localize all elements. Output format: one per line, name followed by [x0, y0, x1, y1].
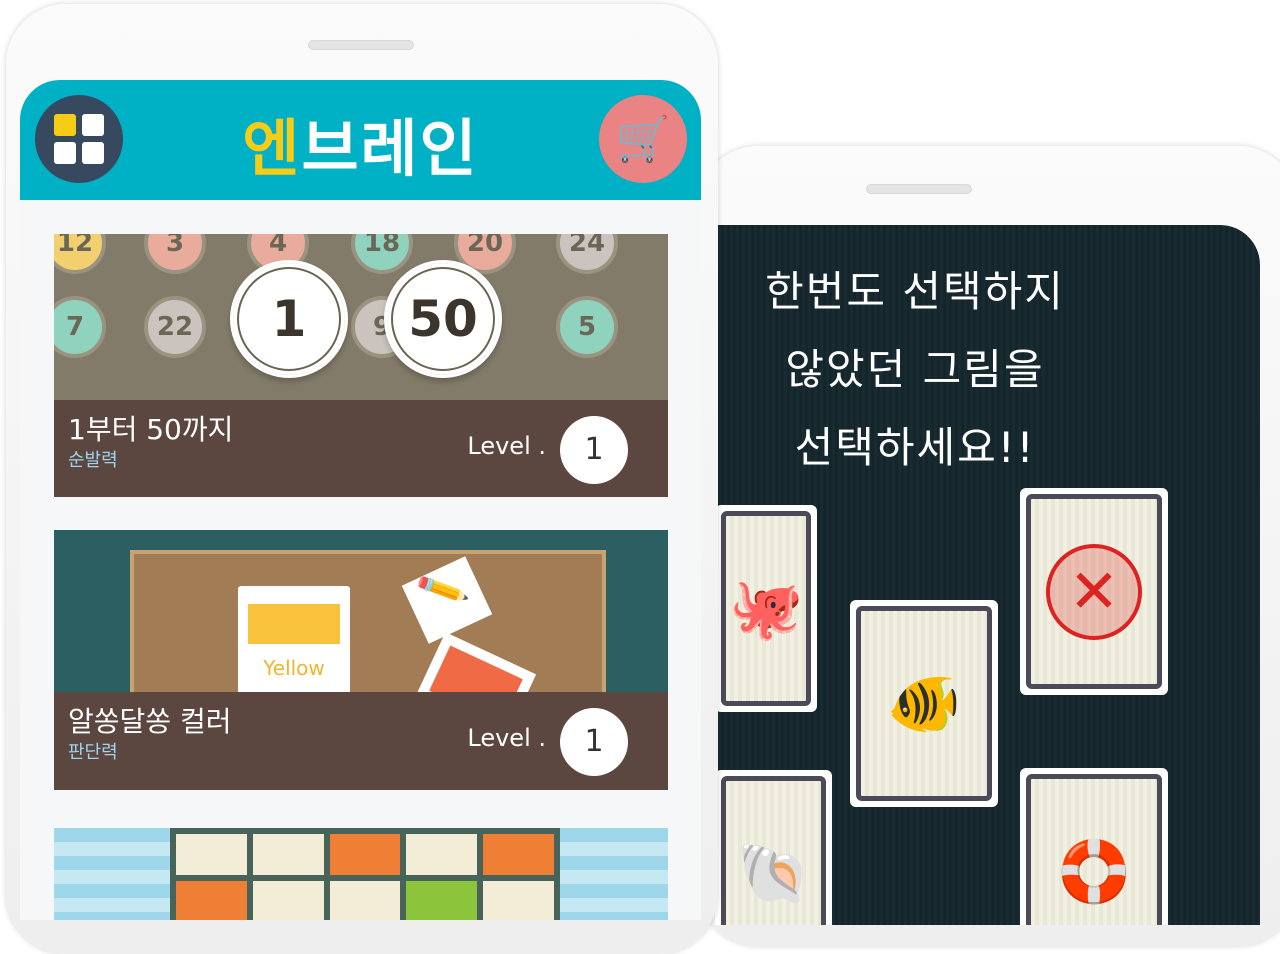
shell-icon: 🐚 [721, 776, 826, 925]
game-category: 순발력 [68, 450, 118, 471]
board [130, 550, 606, 692]
level-badge: 1 [560, 708, 628, 776]
game-card-1-to-50[interactable]: 12 3 4 18 20 24 7 22 9 5 1 50 1부터 50까지 순… [54, 234, 668, 497]
tile-grid [170, 828, 560, 920]
game-category: 판단력 [68, 742, 118, 763]
octopus-icon: 🐙 [721, 511, 811, 706]
game-art: 12 3 4 18 20 24 7 22 9 5 1 50 [54, 234, 668, 400]
game-art: Yellow ✏️ [54, 530, 668, 692]
level-badge: 1 [560, 416, 628, 484]
lifebuoy-icon: 🛟 [1026, 774, 1162, 925]
level-label: Level . [467, 432, 546, 460]
game-list-screen: 엔브레인 🛒 12 3 4 18 20 24 7 22 9 5 1 50 1부터… [20, 80, 701, 920]
app-header: 엔브레인 🛒 [20, 80, 701, 200]
game-card-3[interactable] [54, 828, 668, 920]
shop-button[interactable]: 🛒 [599, 95, 687, 183]
game-name: 1부터 50까지 [68, 413, 234, 446]
memory-card-seaweed-crossed[interactable]: ✕ [1020, 488, 1168, 695]
memory-card-shell[interactable]: 🐚 [715, 770, 832, 925]
fish-icon: 🐠 [856, 606, 992, 801]
game-info-bar: 1부터 50까지 순발력 Level . 1 [54, 400, 668, 497]
crossed-seaweed-icon: ✕ [1026, 494, 1162, 689]
memory-card-lifebuoy[interactable]: 🛟 [1020, 768, 1168, 925]
shopping-cart-icon: 🛒 [615, 114, 671, 165]
memory-game-screen: 한번도 선택하지 않았던 그림을 선택하세요!! 🐙 🐠 ✕ 🐚 🛟 [715, 225, 1260, 925]
memory-card-fish[interactable]: 🐠 [850, 600, 998, 807]
level-label: Level . [467, 724, 546, 752]
memory-card-octopus[interactable]: 🐙 [715, 505, 817, 712]
game-name: 알쏭달쏭 컬러 [68, 705, 232, 738]
instruction-text: 한번도 선택하지 않았던 그림을 선택하세요!! [765, 267, 1065, 472]
game-card-color[interactable]: Yellow ✏️ 알쏭달쏭 컬러 판단력 Level . 1 [54, 530, 668, 790]
game-info-bar: 알쏭달쏭 컬러 판단력 Level . 1 [54, 692, 668, 790]
notepad: Yellow [238, 586, 350, 692]
